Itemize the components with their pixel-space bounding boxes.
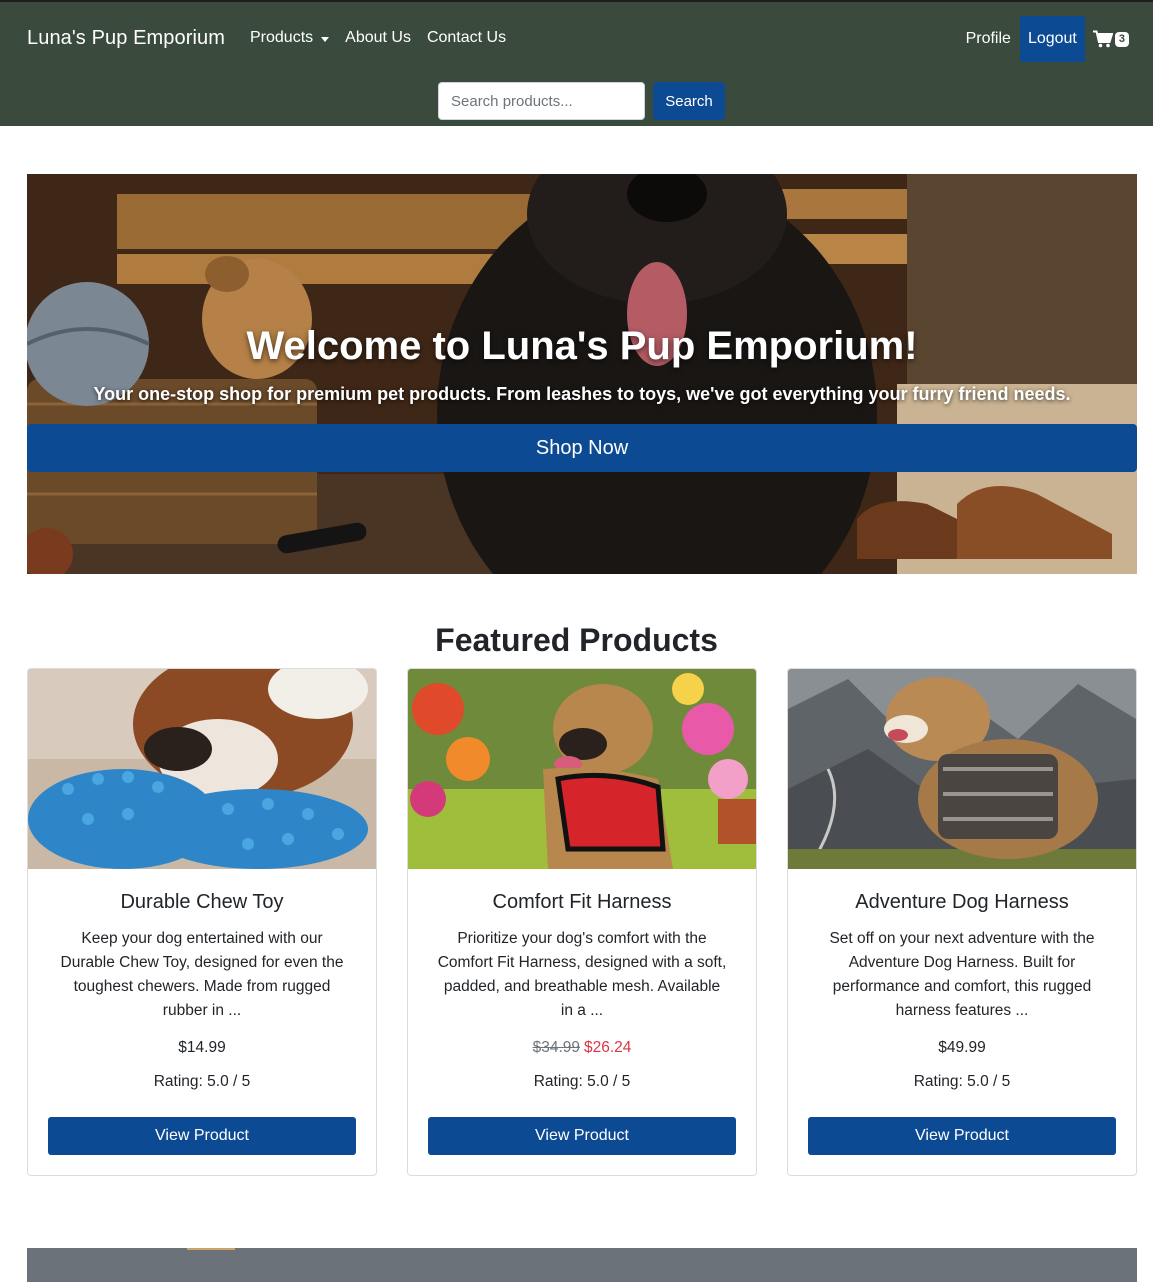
logout-button[interactable]: Logout (1019, 16, 1085, 62)
hero-banner: Welcome to Luna's Pup Emporium! Your one… (27, 174, 1137, 574)
product-image (28, 669, 376, 869)
shop-now-button[interactable]: Shop Now (27, 424, 1137, 472)
product-price: $14.99 (178, 1039, 226, 1056)
sale-price: $26.24 (584, 1039, 632, 1056)
product-card: Adventure Dog Harness Set off on your ne… (787, 668, 1137, 1176)
product-image (788, 669, 1136, 869)
nav-contact-us[interactable]: Contact Us (427, 29, 506, 47)
chevron-down-icon (321, 36, 330, 42)
nav-links: Products About Us Contact Us (250, 29, 506, 47)
product-card: Durable Chew Toy Keep your dog entertain… (27, 668, 377, 1176)
cart-button[interactable]: 3 (1092, 30, 1129, 48)
brand-logo-text[interactable]: Luna's Pup Emporium (27, 27, 225, 50)
original-price: $34.99 (532, 1039, 580, 1056)
product-description: Set off on your next adventure with the … (829, 930, 1095, 1019)
product-description: Prioritize your dog's comfort with the C… (437, 930, 727, 1019)
view-product-button[interactable]: View Product (428, 1117, 736, 1155)
nav-products-dropdown[interactable]: Products (250, 29, 330, 47)
cart-count-badge: 3 (1114, 31, 1129, 47)
featured-products-heading: Featured Products (435, 622, 718, 658)
product-card: Comfort Fit Harness Prioritize your dog'… (407, 668, 757, 1176)
nav-products-label: Products (250, 29, 314, 46)
hero-subtitle: Your one-stop shop for premium pet produ… (93, 384, 1071, 404)
product-price: $34.99 $26.24 (408, 1039, 756, 1057)
product-name[interactable]: Comfort Fit Harness (408, 891, 756, 914)
product-card-body: Comfort Fit Harness Prioritize your dog'… (408, 891, 756, 1091)
product-image (408, 669, 756, 869)
product-rating: Rating: 5.0 / 5 (153, 1073, 251, 1090)
search-form: Search (438, 82, 725, 120)
shopping-cart-icon (1092, 30, 1113, 48)
product-card-body: Adventure Dog Harness Set off on your ne… (788, 891, 1136, 1091)
view-product-button[interactable]: View Product (808, 1117, 1116, 1155)
hero-title: Welcome to Luna's Pup Emporium! (246, 324, 918, 368)
product-rating: Rating: 5.0 / 5 (913, 1073, 1011, 1090)
footer-divider (187, 1248, 235, 1250)
product-card-body: Durable Chew Toy Keep your dog entertain… (28, 891, 376, 1091)
product-rating: Rating: 5.0 / 5 (533, 1073, 631, 1090)
product-name[interactable]: Durable Chew Toy (28, 891, 376, 914)
nav-about-us[interactable]: About Us (345, 29, 411, 47)
product-description: Keep your dog entertained with our Durab… (60, 930, 344, 1019)
footer-section (27, 1248, 1137, 1282)
search-input[interactable] (438, 82, 645, 120)
navbar: Luna's Pup Emporium Products About Us Co… (0, 0, 1153, 126)
hero-background-image (27, 174, 1137, 574)
profile-link[interactable]: Profile (966, 30, 1011, 48)
search-button[interactable]: Search (653, 82, 725, 120)
product-price: $49.99 (938, 1039, 986, 1056)
product-name[interactable]: Adventure Dog Harness (788, 891, 1136, 914)
nav-user-area: Profile Logout 3 (966, 16, 1129, 62)
view-product-button[interactable]: View Product (48, 1117, 356, 1155)
